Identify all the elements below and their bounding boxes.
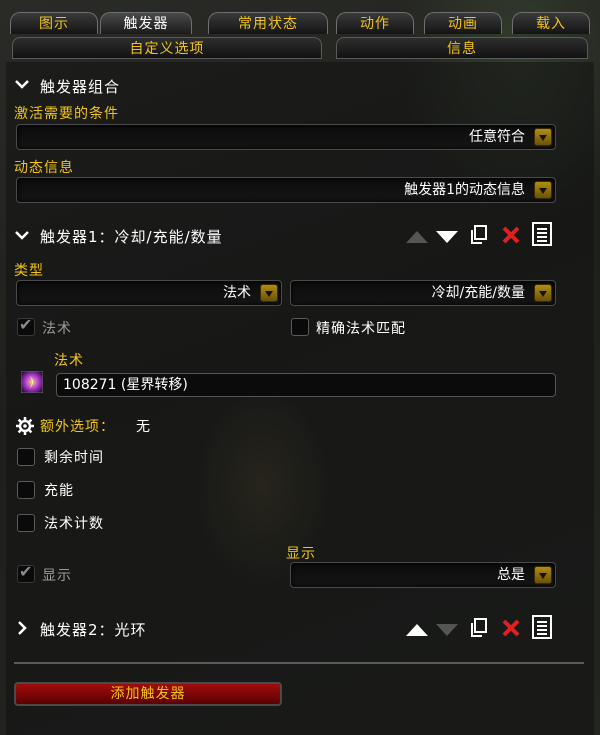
spell-count-label: 法术计数	[44, 516, 104, 532]
tab-display[interactable]: 图示	[10, 12, 98, 34]
type-value: 法术	[223, 285, 251, 301]
spell-checkbox[interactable]	[17, 315, 35, 336]
move-down-icon[interactable]	[436, 229, 458, 247]
activation-label: 激活需要的条件	[14, 106, 119, 122]
extra-options-value: 无	[136, 419, 151, 435]
subtype-value: 冷却/充能/数量	[431, 285, 525, 301]
notes-icon[interactable]	[532, 222, 552, 250]
subtype-dropdown[interactable]: 冷却/充能/数量	[290, 280, 556, 306]
trigger1-title: 触发器1：冷却/充能/数量	[40, 228, 223, 246]
show-checkbox-label: 显示	[42, 568, 72, 584]
dropdown-arrow-icon[interactable]	[534, 566, 552, 584]
charges-label: 充能	[44, 483, 74, 499]
move-up-icon[interactable]	[406, 229, 428, 247]
type-label: 类型	[14, 263, 44, 279]
gear-icon[interactable]	[16, 417, 34, 439]
tab-actions[interactable]: 动作	[336, 12, 414, 34]
remaining-time-label: 剩余时间	[44, 450, 104, 466]
remaining-time-checkbox[interactable]	[17, 448, 35, 466]
extra-options-label: 额外选项：	[40, 419, 115, 435]
charges-checkbox[interactable]	[17, 481, 35, 499]
subtab-custom-options[interactable]: 自定义选项	[12, 37, 322, 59]
chevron-down-icon[interactable]	[14, 76, 30, 96]
dropdown-arrow-icon[interactable]	[260, 284, 278, 302]
tab-animations[interactable]: 动画	[424, 12, 502, 34]
exact-spell-label: 精确法术匹配	[316, 321, 406, 337]
chevron-right-icon[interactable]	[14, 620, 30, 640]
trigger2-title: 触发器2：光环	[40, 621, 147, 639]
delete-icon[interactable]	[501, 618, 521, 642]
tab-conditions[interactable]: 常用状态	[208, 12, 328, 34]
notes-icon[interactable]	[532, 615, 552, 643]
spell-checkbox-label: 法术	[42, 321, 72, 337]
exact-spell-checkbox[interactable]	[291, 318, 309, 336]
dynamic-info-dropdown[interactable]: 触发器1的动态信息	[16, 177, 556, 203]
duplicate-icon[interactable]	[470, 618, 488, 642]
dynamic-info-label: 动态信息	[14, 160, 74, 176]
divider	[14, 662, 584, 664]
subtab-information[interactable]: 信息	[336, 37, 588, 59]
show-label: 显示	[286, 546, 316, 562]
duplicate-icon[interactable]	[470, 225, 488, 249]
spell-icon[interactable]	[20, 370, 44, 397]
add-trigger-button[interactable]: 添加触发器	[14, 682, 282, 706]
activation-dropdown[interactable]: 任意符合	[16, 124, 556, 150]
move-up-icon[interactable]	[406, 622, 428, 640]
spell-label: 法术	[54, 353, 84, 369]
tab-trigger[interactable]: 触发器	[100, 12, 192, 34]
tab-load[interactable]: 载入	[512, 12, 590, 34]
activation-value: 任意符合	[469, 129, 525, 145]
show-dropdown[interactable]: 总是	[290, 562, 556, 588]
type-dropdown[interactable]: 法术	[16, 280, 282, 306]
chevron-down-icon[interactable]	[14, 227, 30, 247]
dropdown-arrow-icon[interactable]	[534, 181, 552, 199]
dropdown-arrow-icon[interactable]	[534, 284, 552, 302]
trigger-group-title: 触发器组合	[40, 78, 121, 96]
show-value: 总是	[497, 567, 525, 583]
show-checkbox[interactable]	[17, 562, 35, 583]
dropdown-arrow-icon[interactable]	[534, 128, 552, 146]
spell-count-checkbox[interactable]	[17, 514, 35, 532]
spell-input[interactable]: 108271 (星界转移)	[56, 373, 556, 397]
delete-icon[interactable]	[501, 225, 521, 249]
dynamic-info-value: 触发器1的动态信息	[404, 182, 525, 198]
move-down-icon[interactable]	[436, 622, 458, 640]
